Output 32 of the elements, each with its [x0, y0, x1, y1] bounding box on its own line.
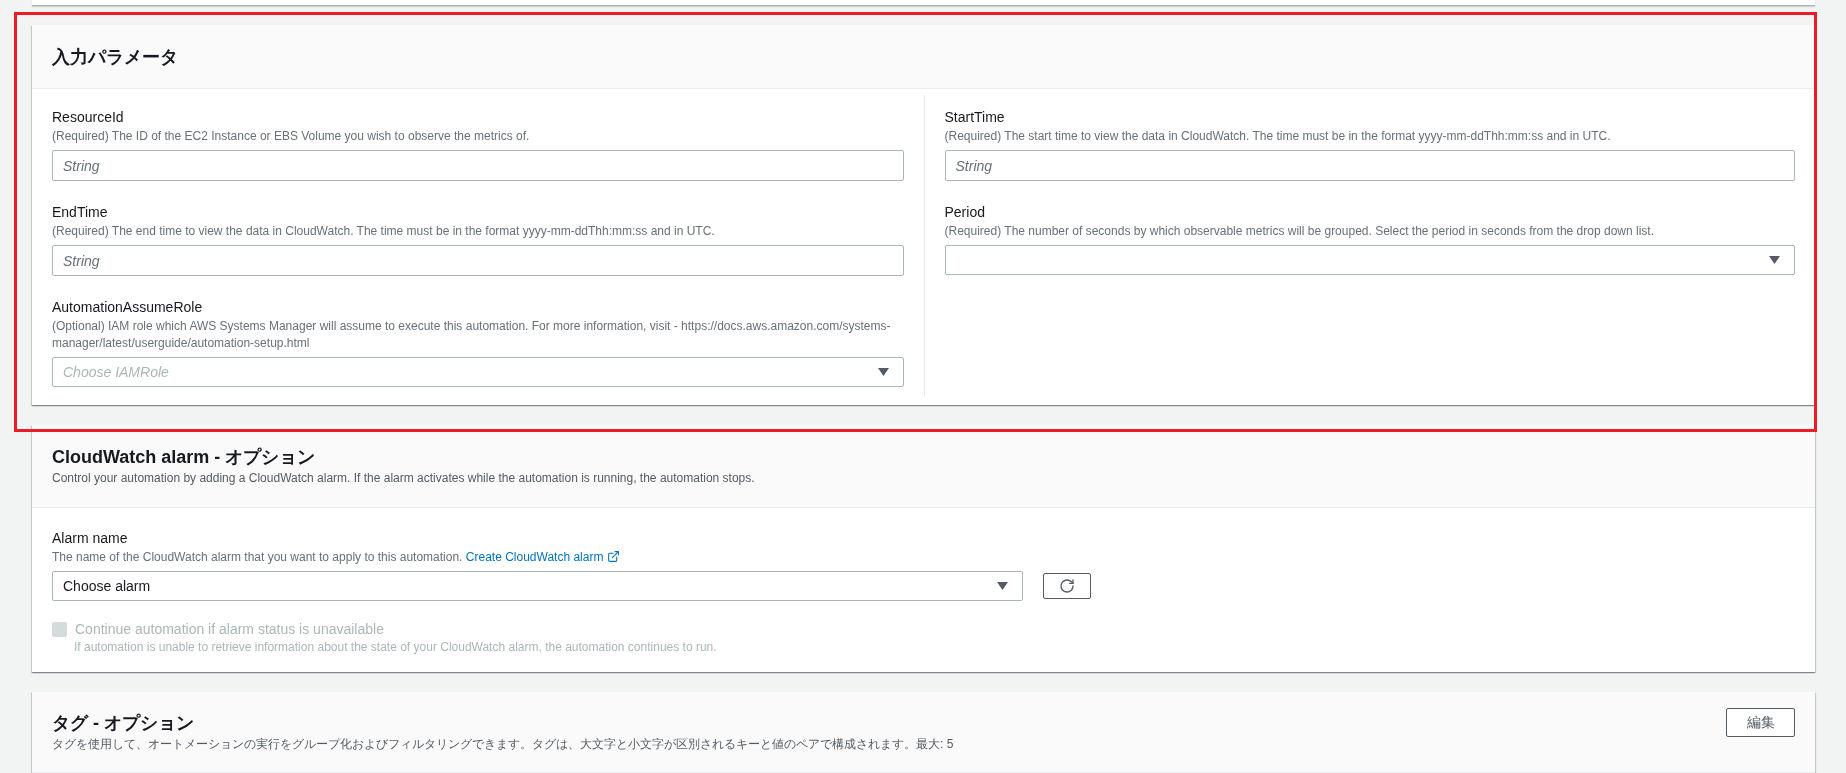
refresh-icon [1059, 578, 1075, 594]
create-alarm-link[interactable]: Create CloudWatch alarm [465, 550, 620, 564]
field-label: EndTime [52, 203, 109, 222]
field-label: Alarm name [52, 529, 129, 548]
field-description: (Required) The end time to view the data in CloudWatch. The time must be in the format yyyy-mm-ddThh:mm:ss and in UTC. [52, 223, 716, 240]
field-label: Period [944, 203, 986, 222]
field-description: The name of the CloudWatch alarm that you want to apply to this automation. Create CloudWatch alarm [52, 549, 1795, 566]
field-label: StartTime [944, 108, 1006, 127]
field-label: AutomationAssumeRole [52, 298, 204, 317]
field-description: (Optional) IAM role which AWS Systems Manager will assume to execute this automation. For more information, visit - https://docs.aws.amazon.com/systems-manager/latest/userguide/automation-setup.html [52, 318, 892, 352]
caret-icon [1769, 256, 1780, 264]
caret-icon [877, 368, 889, 376]
field-description: (Required) The number of seconds by which observable metrics will be grouped. Select the period in seconds from the drop down list. [944, 223, 1655, 240]
input-field[interactable]: String [52, 245, 904, 276]
field-label: ResourceId [52, 108, 125, 127]
panel-title: 入力パラメータ [52, 45, 178, 69]
panel-title: タグ - オプション [52, 712, 194, 735]
field-description: (Required) The start time to view the data in CloudWatch. The time must be in the format yyyy-mm-ddThh:mm:ss and in UTC. [944, 128, 1612, 145]
input-field[interactable]: String [944, 150, 1795, 181]
edit-button[interactable]: 編集 [1726, 708, 1795, 737]
panel-description: Control your automation by adding a CloudWatch alarm. If the alarm activates while the automation is running, the automation stops. [52, 470, 756, 487]
panel-title: CloudWatch alarm - オプション [52, 446, 316, 469]
external-link-icon [606, 550, 620, 563]
caret-icon [997, 582, 1008, 590]
field-description: (Required) The ID of the EC2 Instance or EBS Volume you wish to observe the metrics of. [52, 128, 531, 145]
checkbox-note: If automation is unable to retrieve information about the state of your CloudWatch alarm, the automation continues to run. [74, 640, 718, 654]
dropdown-field[interactable] [944, 245, 1795, 275]
refresh-button[interactable] [1043, 573, 1091, 599]
panel-description: タグを使用して、オートメーションの実行をグループ化およびフィルタリングできます。タグは、大文字と小文字が区別されるキーと値のペアで構成されます。最大: 5 [52, 736, 955, 753]
input-field[interactable]: String [52, 150, 904, 181]
dropdown-field[interactable]: Choose alarm [52, 571, 1023, 601]
checkbox-label: Continue automation if alarm status is unavailable [75, 621, 384, 637]
